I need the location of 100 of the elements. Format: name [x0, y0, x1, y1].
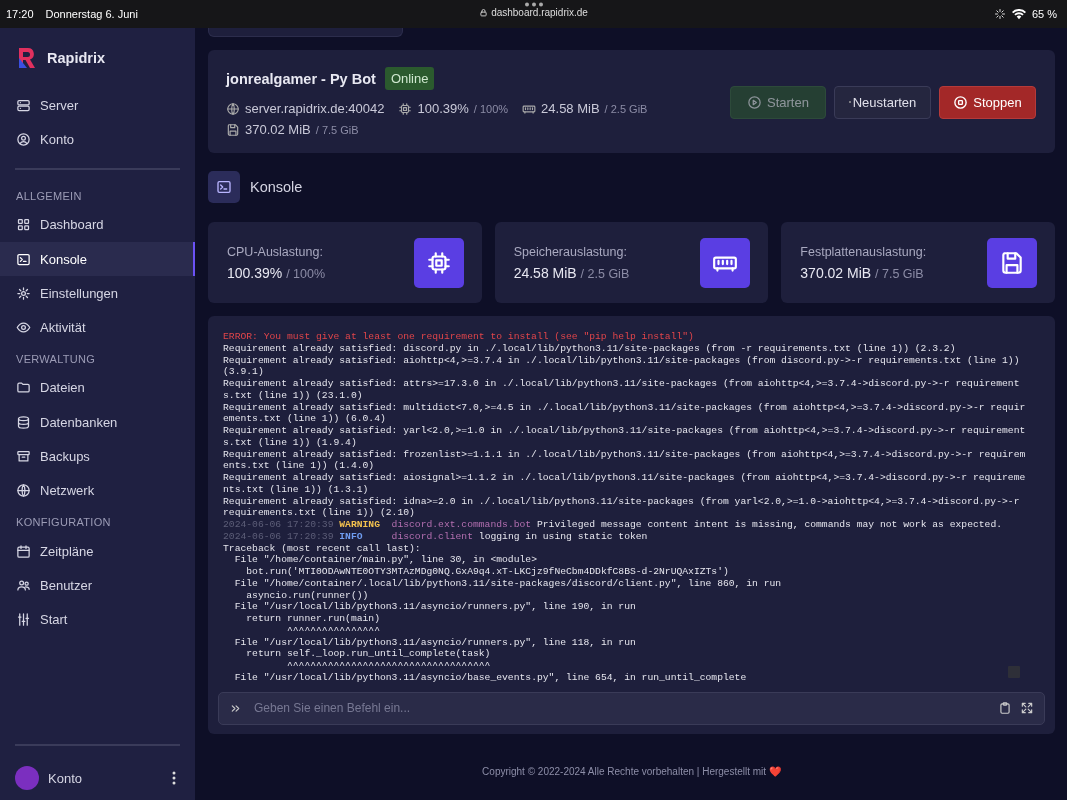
sidebar-item[interactable]: Aktivität: [0, 310, 195, 345]
logger-name: discord.ext.commands.bot: [391, 519, 532, 530]
stat-limit: / 7.5 GiB: [875, 266, 924, 281]
console-line: Requirement already satisfied: attrs>=17.3.0 in ./.local/lib/python3.11/site-packages (from aiohttp<4,>=3.7.4->discord.py->-r requirements.txt (line 1)) (23.1.0): [223, 378, 1021, 402]
sidebar-item[interactable]: Zeitpläne: [0, 533, 195, 569]
usage-value: 24.58 MiB: [541, 101, 600, 116]
folder-icon: [16, 380, 31, 396]
console-line: Requirement already satisfied: discord.py in ./.local/lib/python3.11/site-packages (from -r requirements.txt (line 1)) (2.3.2): [223, 342, 956, 355]
usage-value: 370.02 MiB: [245, 122, 311, 137]
usage-limit: / 100%: [473, 102, 509, 115]
command-input[interactable]: Geben Sie einen Befehl ein...: [252, 700, 988, 717]
sidebar-item[interactable]: Netzwerk: [0, 473, 195, 508]
stat-limit: / 100%: [286, 266, 326, 281]
console-line: Traceback (most recent call last):: [223, 542, 421, 555]
settings-icon: [16, 285, 31, 301]
heart-emoji: ❤: [768, 766, 781, 777]
logger-name: discord.client: [391, 530, 473, 542]
sliders-icon: [16, 612, 31, 628]
section-heading: VERWALTUNG: [15, 351, 97, 367]
sidebar-item[interactable]: Einstellungen: [0, 276, 195, 311]
globe-icon: [226, 101, 240, 116]
log-message: logging in using static token: [478, 530, 648, 542]
battery-percent: 65 %: [1031, 8, 1057, 20]
console-line: return runner.run(main): [245, 613, 380, 625]
usage-limit: / 7.5 GiB: [315, 123, 359, 136]
archive-icon: [16, 449, 31, 464]
console-line: File "/home/container/.local/lib/python3.11/site-packages/discord/client.py", line 860, in run: [233, 577, 782, 590]
status-badge: Online: [384, 67, 435, 90]
logo-icon: [16, 46, 38, 70]
console-line: Requirement already satisfied: aiohttp<4,>=3.7.4 in ./.local/lib/python3.11/site-packages (from discord.py->-r requirements.txt (line 1)) (3.9.1): [223, 354, 1021, 378]
console-line: Requirement already satisfied: frozenlist>=1.1.1 in ./.local/lib/python3.11/site-packages (from aiohttp<4,>=3.7.4->discord.py->-r requirements.txt (line 1)) (1.4.0): [223, 448, 1026, 472]
sidebar-item[interactable]: Konto: [0, 122, 195, 157]
copyright-text: Copyright © 2022-2024 Alle Rechte vorbehalten | Hergestellt mit: [482, 766, 767, 777]
brand-name: Rapidrix: [47, 50, 105, 66]
expand-icon: [1020, 701, 1034, 716]
log-timestamp: 2024-06-06 17:20:39: [223, 530, 334, 542]
loading-icon: [993, 8, 1006, 20]
address-url[interactable]: dashboard.rapidrix.de: [491, 7, 588, 18]
more-dots-icon[interactable]: [523, 2, 544, 7]
server-name: jonrealgamer - Py Bot: [226, 70, 376, 87]
stat-limit: / 2.5 GiB: [580, 266, 630, 281]
date-text: Donnerstag 6. Juni: [45, 8, 138, 20]
clock-time: 17:20: [6, 8, 34, 20]
stop-icon: [953, 94, 969, 110]
console-line: File "/usr/local/lib/python3.11/asyncio/runners.py", line 190, in run: [233, 601, 636, 613]
console-line: ^^^^^^^^^^^^^^^^^^^^^^^^^^^^^^^^^^^: [285, 660, 491, 672]
usage-value: 100.39%: [417, 101, 469, 116]
users-icon: [16, 577, 31, 593]
server-address: server.rapidrix.de:40042: [245, 101, 385, 116]
console-line: Requirement already satisfied: aiosignal>=1.1.2 in ./.local/lib/python3.11/site-packages (from aiohttp<4,>=3.7.4->discord.py->-r requirements.txt (line 1)) (1.3.1): [223, 472, 1026, 496]
console-line: return self._loop.run_until_complete(task): [245, 648, 491, 660]
section-heading: KONFIGURATION: [15, 514, 112, 530]
console-line: asyncio.run(runner()): [245, 589, 369, 602]
sidebar-item[interactable]: Datenbanken: [0, 405, 195, 440]
command-field[interactable]: Geben Sie einen Befehl ein...: [218, 691, 1045, 725]
terminal-icon: [216, 179, 232, 195]
log-level: INFO: [339, 530, 364, 543]
log-timestamp: 2024-06-06 17:20:39: [223, 519, 334, 530]
console-line: Requirement already satisfied: multidict<7.0,>=4.5 in ./.local/lib/python3.11/site-packages (from aiohttp<4,>=3.7.4->discord.py->-r requirements.txt (line 1)) (6.0.4): [223, 401, 1026, 425]
sidebar-item[interactable]: Dashboard: [0, 207, 195, 242]
stop-button[interactable]: Stoppen: [939, 85, 1036, 119]
console-line: Requirement already satisfied: idna>=2.0 in ./.local/lib/python3.11/site-packages (from yarl<2.0,>=1.0->aiohttp<4,>=3.7.4->discord.py->-r requirements.txt (line 1)) (2.10): [223, 495, 1021, 519]
floppy-disk-icon: [226, 122, 240, 137]
stat-label: Festplattenauslastung:: [800, 244, 927, 259]
stat-label: Speicherauslastung:: [513, 244, 628, 259]
user-icon: [16, 131, 31, 147]
section-heading: ALLGEMEIN: [15, 188, 83, 204]
sidebar-item[interactable]: Backups: [0, 439, 195, 474]
console-line: File "/home/container/main.py", line 30, in <module>: [233, 554, 537, 566]
chip-icon: [398, 101, 413, 116]
account-name[interactable]: Konto: [48, 770, 159, 786]
stat-value: 24.58 MiB: [513, 264, 577, 281]
console-line: bot.run('MTI0ODAwNTE0OTY3MTAzMDg0NQ.GxA9q4.xT-LKCjz9fNeCbm4DDkfC8BS-d-2NrUQAxIZTs'): [245, 566, 729, 578]
console-line: Requirement already satisfied: yarl<2.0,>=1.0 in ./.local/lib/python3.11/site-packages (from aiohttp<4,>=3.7.4->discord.py->-r requirements.txt (line 1)) (1.9.4): [223, 425, 1026, 449]
sidebar-item[interactable]: Start: [0, 602, 195, 637]
restart-button[interactable]: Neustarten: [834, 85, 931, 119]
lock-icon: [479, 8, 489, 17]
log-message: Privileged message content intent is missing, commands may not work as expected.: [536, 519, 1003, 530]
clipboard-icon: [998, 701, 1012, 716]
server-icon: [16, 97, 31, 113]
usage-limit: / 2.5 GiB: [604, 102, 648, 115]
calendar-icon: [16, 543, 31, 559]
terminal-icon: [16, 251, 31, 267]
wifi-icon: [1011, 8, 1026, 20]
grid-icon: [16, 217, 31, 233]
section-title: Konsole: [250, 179, 303, 195]
stat-value: 370.02 MiB: [800, 264, 872, 281]
console-line: ERROR: You must give at least one requirement to install (see "pip help install"): [223, 331, 694, 343]
play-icon: [747, 94, 763, 110]
sidebar-item[interactable]: Server: [0, 88, 195, 123]
stat-label: CPU-Auslastung:: [227, 244, 324, 259]
globe-icon: [16, 483, 31, 499]
eye-icon: [16, 320, 31, 336]
sidebar-item[interactable]: Konsole: [0, 241, 195, 277]
sidebar-item[interactable]: Benutzer: [0, 568, 195, 603]
database-icon: [16, 414, 31, 430]
chip-icon: [425, 249, 452, 276]
console-line: File "/usr/local/lib/python3.11/asyncio/runners.py", line 118, in run: [233, 636, 636, 649]
stat-value: 100.39%: [227, 264, 283, 281]
sidebar-item[interactable]: Dateien: [0, 370, 195, 406]
